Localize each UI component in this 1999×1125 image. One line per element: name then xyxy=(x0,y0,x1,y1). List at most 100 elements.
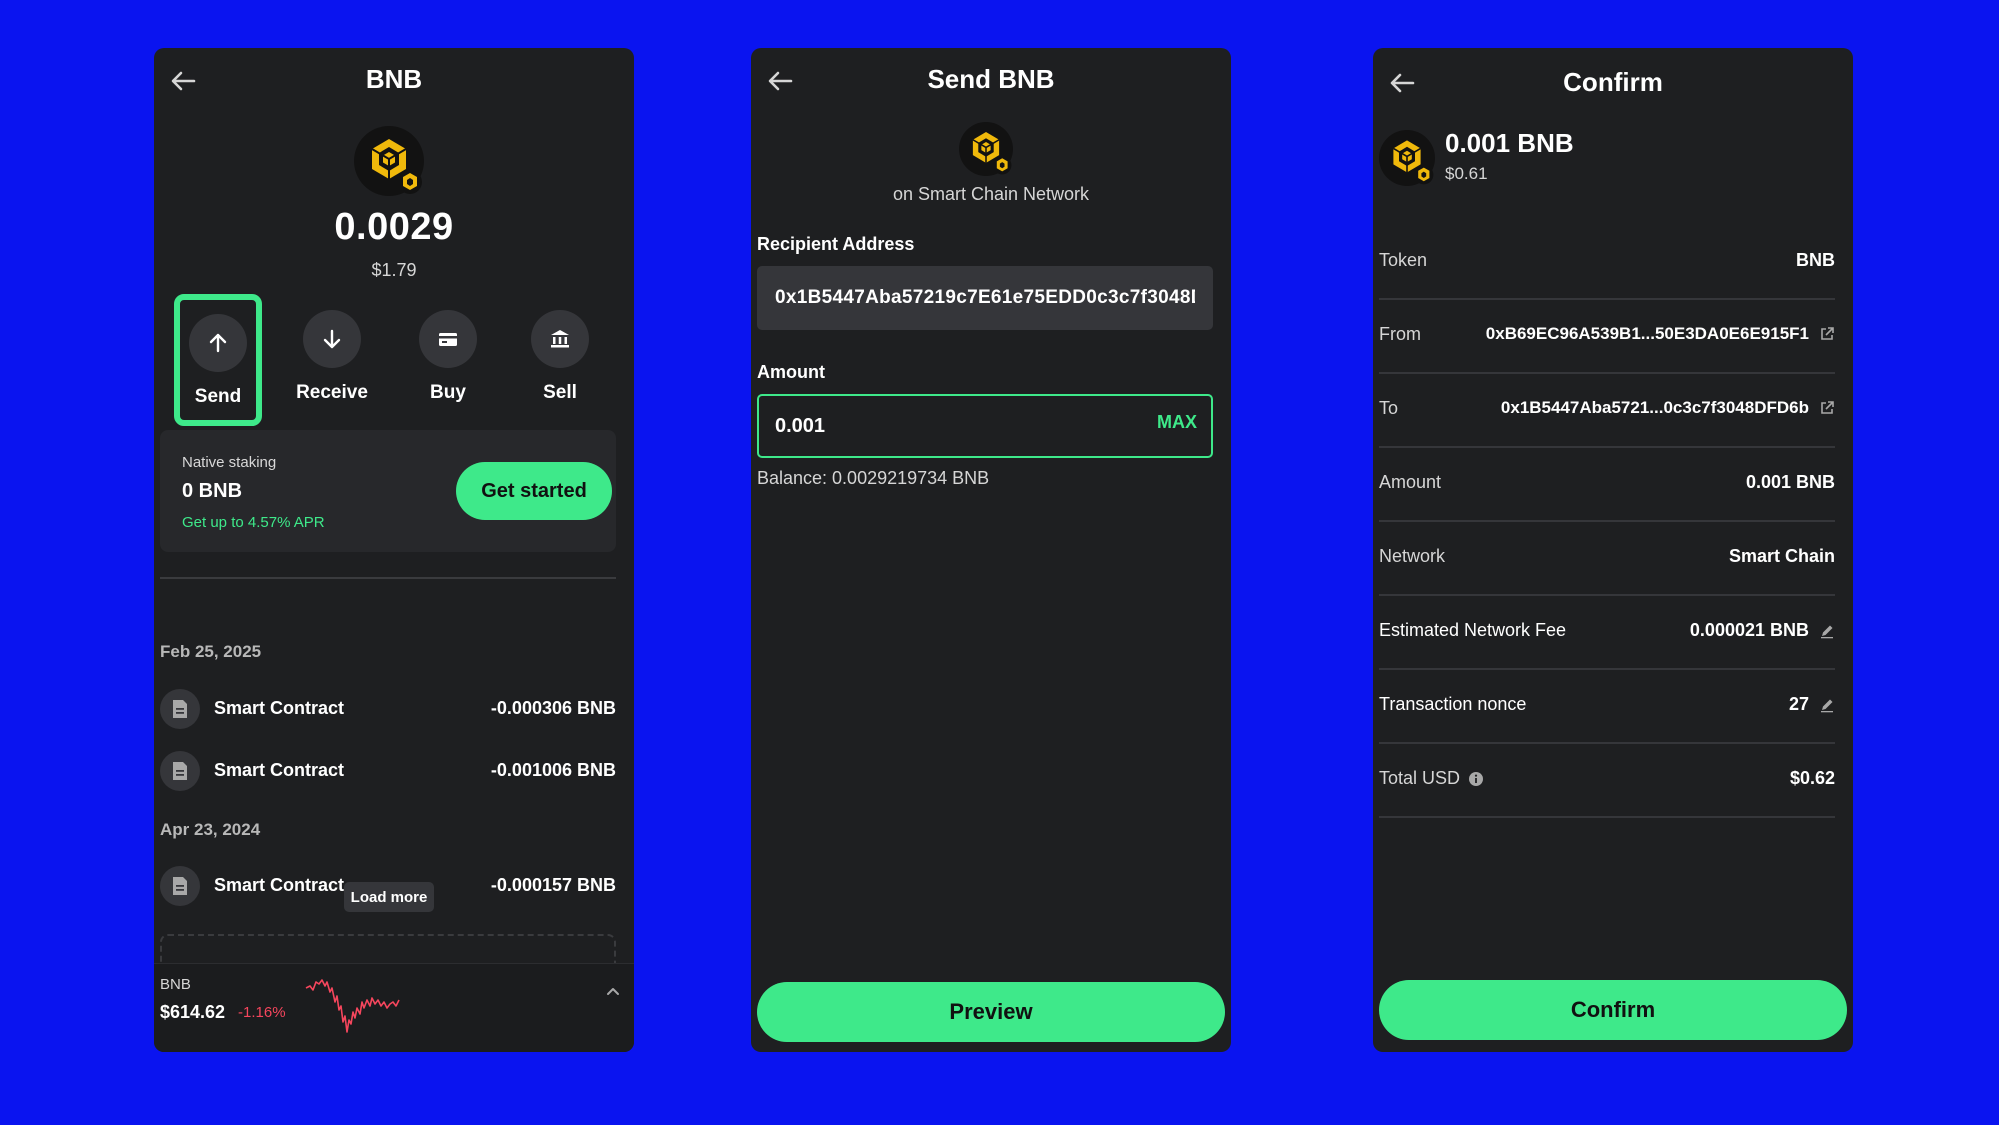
detail-row-total-usd: Total USD $0.62 xyxy=(1379,742,1835,818)
detail-row-nonce[interactable]: Transaction nonce 27 xyxy=(1379,668,1835,744)
transaction-name: Smart Contract xyxy=(214,698,345,718)
arrow-down-icon xyxy=(323,329,341,349)
detail-row-network: Network Smart Chain xyxy=(1379,520,1835,596)
transaction-name: Smart Contract xyxy=(214,875,345,895)
page-title: Send BNB xyxy=(927,64,1055,94)
preview-button[interactable]: Preview xyxy=(757,982,1225,1042)
staking-label: Native staking xyxy=(182,454,277,471)
detail-row-to: To 0x1B5447Aba5721...0c3c7f3048DFD6b xyxy=(1379,372,1835,448)
transaction-amount: -0.000306 BNB xyxy=(490,698,616,718)
detail-label: Token xyxy=(1379,250,1428,270)
detail-value-text: 0x1B5447Aba5721...0c3c7f3048DFD6b xyxy=(1500,398,1809,417)
staking-card: Native staking 0 BNB Get up to 4.57% APR… xyxy=(160,430,616,552)
amount-field: MAX xyxy=(757,394,1213,458)
page-title: BNB xyxy=(365,64,423,94)
bnb-logo-icon xyxy=(354,126,424,196)
receive-button[interactable]: Receive xyxy=(284,300,380,420)
transaction-row[interactable]: Smart Contract -0.000306 BNB xyxy=(160,687,616,731)
bnb-logo-icon xyxy=(959,122,1013,176)
detail-value-text: 27 xyxy=(1788,694,1809,714)
detail-value-text: BNB xyxy=(1796,250,1835,270)
external-link-icon[interactable] xyxy=(1819,400,1835,416)
detail-label: Total USD xyxy=(1379,768,1461,788)
receive-label: Receive xyxy=(296,382,368,403)
recipient-label: Recipient Address xyxy=(757,234,915,254)
ticker-change: -1.16% xyxy=(238,1004,286,1021)
detail-label: From xyxy=(1379,324,1421,344)
send-label: Send xyxy=(194,386,242,407)
send-button[interactable]: Send xyxy=(174,294,262,426)
detail-value: 0x1B5447Aba5721...0c3c7f3048DFD6b xyxy=(1501,398,1835,418)
amount-input[interactable] xyxy=(775,396,1135,456)
detail-label: Network xyxy=(1379,546,1446,566)
sell-label: Sell xyxy=(543,382,577,403)
detail-row-network-fee[interactable]: Estimated Network Fee 0.000021 BNB xyxy=(1379,594,1835,670)
document-icon xyxy=(160,689,200,729)
transaction-row[interactable]: Smart Contract -0.001006 BNB xyxy=(160,749,616,793)
detail-row-from: From 0xB69EC96A539B1...50E3DA0E6E915F1 xyxy=(1379,298,1835,374)
detail-label-group: Total USD xyxy=(1379,768,1484,789)
network-label: on Smart Chain Network xyxy=(892,184,1090,204)
price-ticker[interactable]: BNB $614.62 -1.16% xyxy=(154,963,634,1052)
detail-row-token: Token BNB xyxy=(1379,224,1835,300)
confirm-amount-usd: $0.61 xyxy=(1445,164,1488,183)
date-header: Apr 23, 2024 xyxy=(160,820,261,839)
sell-button[interactable]: Sell xyxy=(512,300,608,420)
edit-icon[interactable] xyxy=(1819,697,1835,713)
token-detail-screen: BNB 0.0029 $1.79 Send Receive Buy Sell N… xyxy=(154,48,634,1052)
confirm-button[interactable]: Confirm xyxy=(1379,980,1847,1040)
detail-value-text: 0.001 BNB xyxy=(1745,472,1835,492)
page-title: Confirm xyxy=(1563,67,1663,97)
detail-value-text: Smart Chain xyxy=(1728,546,1835,566)
buy-button[interactable]: Buy xyxy=(400,300,496,420)
transaction-amount: -0.001006 BNB xyxy=(490,760,616,780)
get-started-button[interactable]: Get started xyxy=(456,462,612,520)
available-balance: Balance: 0.0029219734 BNB xyxy=(757,468,990,488)
send-circle xyxy=(189,314,247,372)
detail-value: $0.62 xyxy=(1790,768,1835,789)
detail-value-text: 0xB69EC96A539B1...50E3DA0E6E915F1 xyxy=(1485,324,1809,343)
detail-value: 0.000021 BNB xyxy=(1690,620,1835,641)
transaction-amount: -0.000157 BNB xyxy=(490,875,616,895)
token-balance-usd: $1.79 xyxy=(371,260,417,280)
info-icon[interactable] xyxy=(1468,771,1484,787)
send-screen: Send BNB on Smart Chain Network Recipien… xyxy=(751,48,1231,1052)
detail-row-amount: Amount 0.001 BNB xyxy=(1379,446,1835,522)
staking-value: 0 BNB xyxy=(182,480,243,502)
document-icon xyxy=(160,866,200,906)
detail-label: To xyxy=(1379,398,1399,418)
detail-value: BNB xyxy=(1796,250,1835,271)
sparkline-chart xyxy=(305,979,400,1033)
ticker-price: $614.62 xyxy=(160,1002,226,1022)
detail-value: 0.001 BNB xyxy=(1746,472,1835,493)
confirm-screen: Confirm 0.001 BNB $0.61 Token BNB From 0… xyxy=(1373,48,1853,1052)
detail-value: 0xB69EC96A539B1...50E3DA0E6E915F1 xyxy=(1486,324,1835,344)
edit-icon[interactable] xyxy=(1819,623,1835,639)
arrow-up-icon xyxy=(209,333,227,353)
detail-label: Transaction nonce xyxy=(1379,694,1527,714)
recipient-address-input[interactable] xyxy=(775,266,1195,330)
detail-label: Estimated Network Fee xyxy=(1379,620,1567,640)
date-header: Feb 25, 2025 xyxy=(160,642,262,661)
detail-value-text: 0.000021 BNB xyxy=(1689,620,1809,640)
card-icon xyxy=(439,333,457,346)
transaction-name: Smart Contract xyxy=(214,760,345,780)
buy-label: Buy xyxy=(430,382,466,403)
ticker-symbol: BNB xyxy=(160,976,191,993)
staking-apr: Get up to 4.57% APR xyxy=(182,514,325,531)
external-link-icon[interactable] xyxy=(1819,326,1835,342)
sell-circle xyxy=(531,310,589,368)
recipient-field xyxy=(757,266,1213,330)
detail-label: Amount xyxy=(1379,472,1442,492)
chevron-up-icon[interactable] xyxy=(604,982,622,1000)
document-icon xyxy=(160,751,200,791)
action-bar: Send Receive Buy Sell xyxy=(154,294,634,426)
max-button[interactable]: MAX xyxy=(1157,412,1197,433)
bank-icon xyxy=(551,330,569,348)
load-more-button[interactable]: Load more xyxy=(344,882,434,912)
confirm-amount: 0.001 BNB xyxy=(1445,128,1574,158)
detail-value: 27 xyxy=(1789,694,1835,715)
divider xyxy=(160,577,616,579)
detail-value: Smart Chain xyxy=(1729,546,1835,567)
detail-value-text: $0.62 xyxy=(1789,768,1835,788)
